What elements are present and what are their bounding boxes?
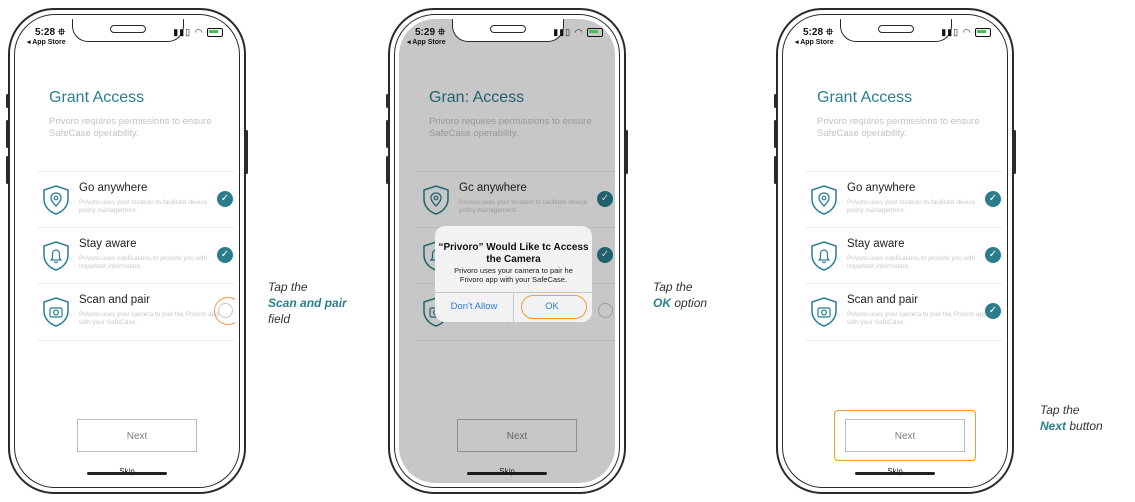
dialog-title: “Privoro” Would Like tc Access the Camer… bbox=[438, 242, 589, 265]
ok-highlight bbox=[521, 295, 587, 319]
dialog-body: Privoro uses your camera to pair he Friv… bbox=[454, 266, 573, 284]
permission-stay-aware[interactable]: Stay aware Privoro uses notifications to… bbox=[37, 227, 235, 284]
status-icons: ▮▮▯ ◠ bbox=[173, 27, 223, 38]
permission-label: Go anywhere bbox=[79, 182, 148, 194]
caption-text: Tap the bbox=[1040, 403, 1080, 417]
caption-text: button bbox=[1069, 419, 1103, 433]
phone-frame-step-3: 5:28 ⯐ ◂ App Store ▮▮▯ ◠ Grant Access Pr… bbox=[774, 8, 1016, 494]
instruction-caption-1: Tap the Scan and pair field bbox=[268, 279, 348, 327]
page-title: Grant Access bbox=[49, 89, 145, 106]
dont-allow-button[interactable]: Don't Allow bbox=[435, 292, 513, 322]
notch bbox=[840, 19, 952, 42]
signal-wifi-icon: ▮▮▯ ◠ bbox=[173, 27, 204, 37]
checkmark-icon: ✓ bbox=[985, 303, 1001, 319]
checkmark-icon: ✓ bbox=[217, 191, 233, 207]
permission-description: Privoro uses your camera to pair the Pri… bbox=[847, 311, 987, 326]
permission-description: Privoro uses your camera to pair the Pri… bbox=[79, 311, 219, 326]
back-to-app-store-link[interactable]: ◂ App Store bbox=[27, 38, 66, 46]
permission-description: Privoro uses notifications to provide yo… bbox=[847, 255, 976, 270]
caption-text: option bbox=[674, 296, 708, 310]
location-shield-icon bbox=[811, 185, 837, 215]
bell-shield-icon bbox=[43, 241, 69, 271]
permission-label: Scan and pair bbox=[79, 294, 150, 306]
permission-label: Go anywhere bbox=[847, 182, 916, 194]
phone-screen: 5:28 ⯐ ◂ App Store ▮▮▯ ◠ Grant Access Pr… bbox=[787, 19, 1003, 483]
instruction-caption-3: Tap the Next button bbox=[1040, 402, 1135, 434]
permission-stay-aware[interactable]: Stay aware Privoro uses notifications to… bbox=[805, 227, 1003, 284]
status-icons: ▮▮▯ ◠ bbox=[553, 27, 603, 38]
permission-description: Privoro uses your location to facilitate… bbox=[847, 199, 976, 214]
caption-emphasis: Next bbox=[1040, 419, 1067, 433]
permission-label: Scan and pair bbox=[847, 294, 918, 306]
instruction-caption-2: Tap the OK option bbox=[653, 279, 733, 311]
bell-shield-icon bbox=[811, 241, 837, 271]
page-subtitle: Privoro requires permissions to ensure S… bbox=[817, 116, 980, 139]
camera-shield-icon bbox=[43, 297, 69, 327]
caption-text: field bbox=[268, 312, 291, 326]
status-icons: ▮▮▯ ◠ bbox=[941, 27, 991, 38]
permission-label: Stay aware bbox=[847, 238, 905, 250]
permission-description: Privoro uses your location to facilitate… bbox=[79, 199, 208, 214]
phone-screen: 5:28 ⯐ ◂ App Store ▮▮▯ ◠ Grant Access Pr… bbox=[19, 19, 235, 483]
scan-and-pair-highlight bbox=[214, 297, 235, 325]
home-indicator bbox=[87, 472, 167, 475]
signal-wifi-icon: ▮▮▯ ◠ bbox=[941, 27, 972, 37]
caption-emphasis: Scan and pair bbox=[268, 296, 347, 310]
camera-permission-dialog: “Privoro” Would Like tc Access the Camer… bbox=[435, 226, 592, 322]
phone-frame-step-1: 5:28 ⯐ ◂ App Store ▮▮▯ ◠ Grant Access Pr… bbox=[6, 8, 248, 494]
battery-icon bbox=[207, 28, 223, 38]
page-subtitle: Privoro requires permissions to ensure S… bbox=[49, 116, 212, 139]
permission-go-anywhere[interactable]: Go anywhere Privoro uses your location t… bbox=[37, 171, 235, 228]
home-indicator bbox=[855, 472, 935, 475]
back-to-app-store-link[interactable]: ◂ App Store bbox=[795, 38, 834, 46]
caption-text: Tap the bbox=[653, 280, 693, 294]
phone-screen: 5:29 ⯐ ◂ App Store ▮▮▯ ◠ Gran: Access Pr… bbox=[399, 19, 615, 483]
checkmark-icon: ✓ bbox=[217, 247, 233, 263]
notch bbox=[72, 19, 184, 42]
phone-frame-step-2: 5:29 ⯐ ◂ App Store ▮▮▯ ◠ Gran: Access Pr… bbox=[386, 8, 628, 494]
caption-emphasis: OK bbox=[653, 296, 671, 310]
location-shield-icon bbox=[43, 185, 69, 215]
back-to-app-store-link[interactable]: ◂ App Store bbox=[407, 38, 446, 46]
permission-go-anywhere[interactable]: Go anywhere Privoro uses your location t… bbox=[805, 171, 1003, 228]
checkmark-icon: ✓ bbox=[985, 191, 1001, 207]
battery-icon bbox=[975, 28, 991, 38]
permission-scan-and-pair[interactable]: Scan and pair Privoro uses your camera t… bbox=[805, 283, 1003, 341]
next-button[interactable]: Next bbox=[77, 419, 197, 452]
notch bbox=[452, 19, 564, 42]
permission-label: Stay aware bbox=[79, 238, 137, 250]
battery-icon bbox=[587, 28, 603, 38]
signal-wifi-icon: ▮▮▯ ◠ bbox=[553, 27, 584, 37]
permission-description: Privoro uses notifications to provide yo… bbox=[79, 255, 208, 270]
caption-text: Tap the bbox=[268, 280, 308, 294]
page-title: Grant Access bbox=[817, 89, 913, 106]
next-button[interactable]: Next bbox=[845, 419, 965, 452]
permission-scan-and-pair[interactable]: Scan and pair Privoro uses your camera t… bbox=[37, 283, 235, 341]
camera-shield-icon bbox=[811, 297, 837, 327]
checkmark-icon: ✓ bbox=[985, 247, 1001, 263]
